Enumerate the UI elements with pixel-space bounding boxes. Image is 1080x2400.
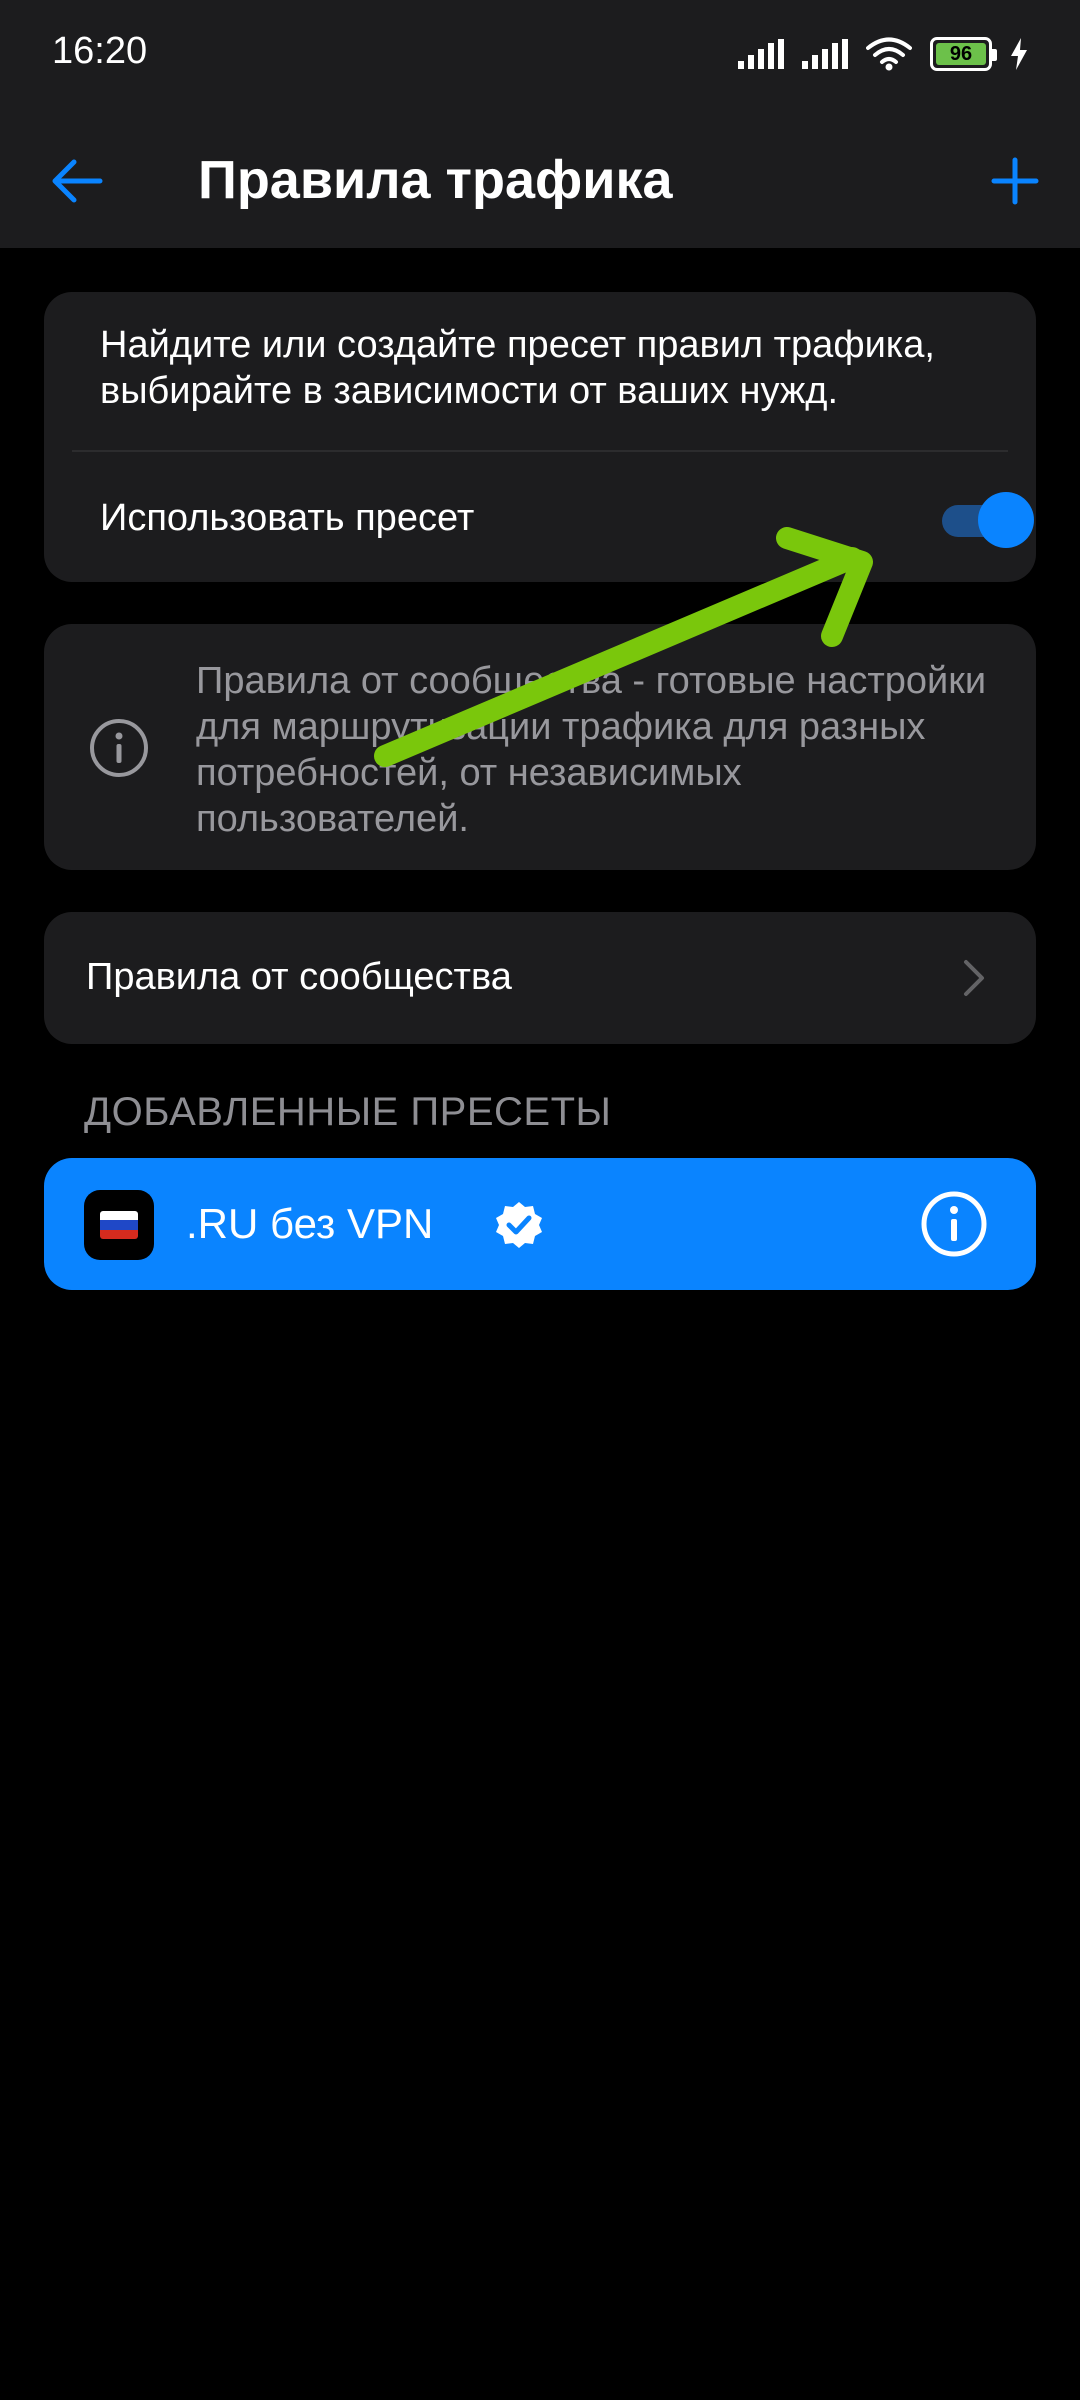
signal-icon: [802, 39, 848, 69]
signal-icon: [738, 39, 784, 69]
preset-item-ru-without-vpn[interactable]: .RU без VPN: [44, 1158, 1036, 1290]
back-arrow-icon[interactable]: [42, 146, 112, 216]
status-time: 16:20: [52, 30, 148, 72]
community-info-card: Правила от сообщества - готовые настройк…: [44, 624, 1036, 870]
chevron-right-icon: [964, 960, 984, 996]
battery-icon: 96: [930, 37, 997, 71]
app-header: Правила трафика: [0, 110, 1080, 248]
wifi-icon: [866, 37, 912, 71]
status-icons: 96: [738, 32, 1028, 76]
use-preset-label: Использовать пресет: [100, 497, 475, 539]
preset-description: Найдите или создайте пресет правил трафи…: [100, 324, 935, 412]
status-bar: 16:20 96: [0, 0, 1080, 110]
verified-badge-icon: [496, 1202, 542, 1248]
community-rules-label: Правила от сообщества: [86, 956, 512, 998]
added-presets-header: ДОБАВЛЕННЫЕ ПРЕСЕТЫ: [84, 1090, 612, 1134]
divider: [72, 450, 1008, 452]
community-rules-row[interactable]: Правила от сообщества: [44, 912, 1036, 1044]
preset-name: .RU без VPN: [186, 1200, 434, 1247]
charging-icon: [1011, 38, 1027, 70]
page-title: Правила трафика: [198, 150, 673, 210]
battery-level: 96: [949, 42, 973, 65]
preset-info-icon[interactable]: [920, 1190, 988, 1258]
russia-flag-icon: [84, 1190, 154, 1260]
use-preset-toggle[interactable]: [942, 492, 1034, 548]
add-plus-icon[interactable]: [980, 146, 1050, 216]
preset-settings-card: Найдите или создайте пресет правил трафи…: [44, 292, 1036, 582]
info-icon: [90, 719, 148, 777]
community-info-text: Правила от сообщества - готовые настройк…: [196, 660, 987, 840]
